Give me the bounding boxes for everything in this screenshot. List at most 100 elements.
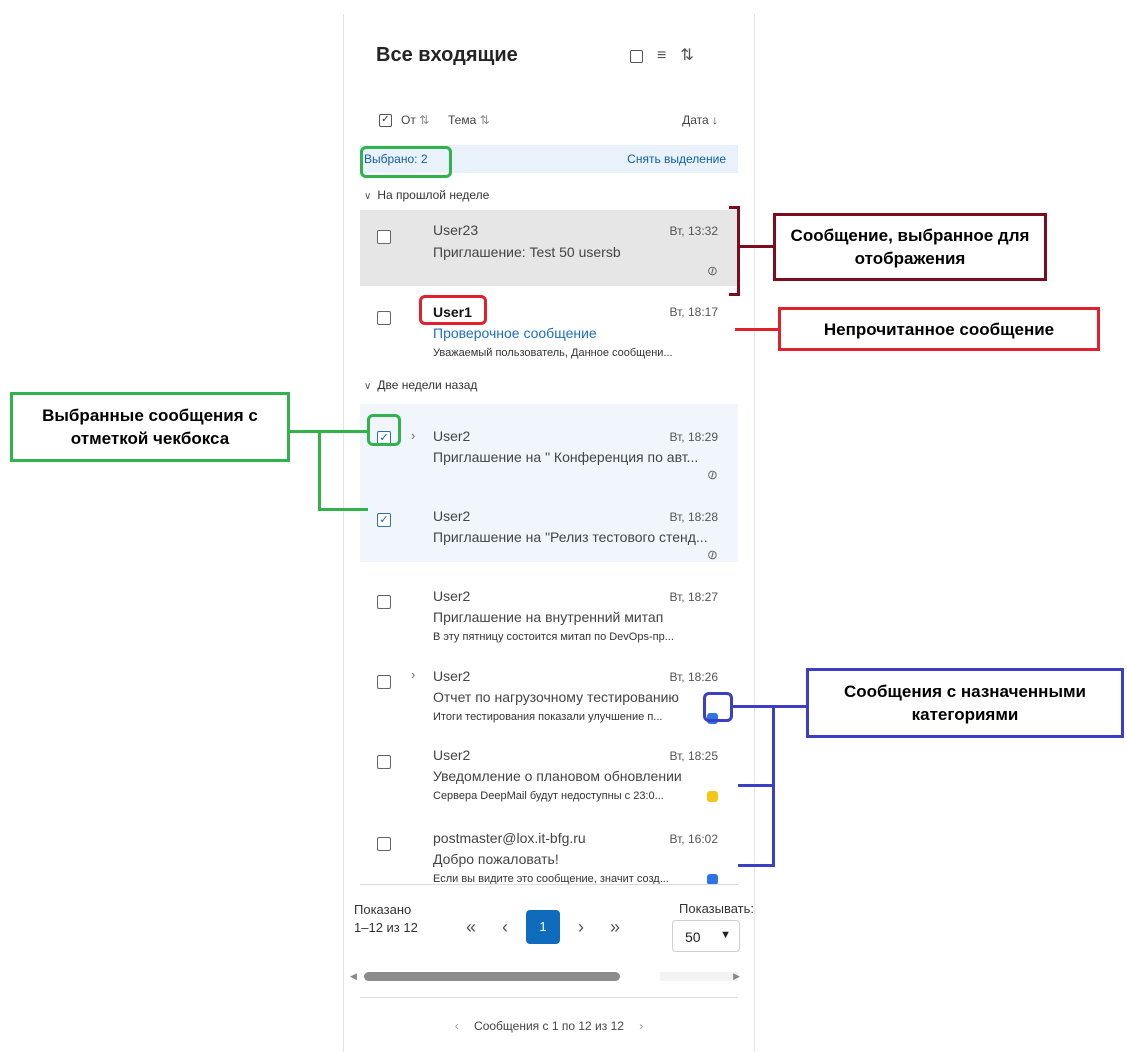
scrollbar-thumb[interactable] [364, 972, 620, 981]
message-sender: User2 [433, 668, 471, 684]
annotation-categories: Сообщения с назначенными категориями [806, 668, 1124, 738]
chevron-right-icon[interactable]: › [411, 667, 415, 682]
prev-page-button[interactable]: ‹ [488, 917, 522, 938]
message-time: Вт, 13:32 [669, 224, 718, 238]
bracket-line [318, 430, 321, 510]
column-from[interactable]: От ⇅ [401, 113, 429, 127]
clear-selection-link[interactable]: Снять выделение [627, 152, 726, 166]
footer-next-button[interactable]: › [639, 1019, 643, 1033]
message-subject: Приглашение на "Релиз тестового стенд... [433, 529, 708, 545]
message-sender: User23 [433, 222, 479, 238]
message-row[interactable]: ✓ User2 Вт, 18:28 Приглашение на "Релиз … [360, 484, 738, 564]
list-toolbar: ≡ ⇅ [630, 48, 694, 64]
footer-prev-button[interactable]: ‹ [455, 1019, 459, 1033]
message-subject: Приглашение на " Конференция по авт... [433, 449, 699, 465]
page-size-select[interactable]: 50 ▼ [672, 920, 740, 952]
row-checkbox[interactable]: ✓ [377, 513, 391, 527]
row-checkbox[interactable] [377, 837, 391, 851]
message-row[interactable]: User2 Вт, 18:25 Уведомление о плановом о… [360, 722, 738, 802]
square-icon[interactable] [630, 49, 643, 63]
message-sender: User2 [433, 588, 471, 604]
sort-arrows-icon: ⇅ [479, 113, 490, 127]
attachment-icon: ⊘ [703, 465, 721, 484]
column-subject[interactable]: Тема ⇅ [448, 113, 490, 127]
message-time: Вт, 18:17 [669, 305, 718, 319]
unread-sender-highlight [419, 295, 487, 325]
annotation-checked-messages: Выбранные сообщения с отметкой чекбокса [10, 392, 290, 462]
message-time: Вт, 18:29 [669, 430, 718, 444]
row-checkbox[interactable] [377, 595, 391, 609]
sort-arrows-icon: ⇅ [419, 113, 430, 127]
message-time: Вт, 18:25 [669, 749, 718, 763]
scroll-right-icon[interactable]: ▶ [733, 971, 740, 982]
scroll-left-icon[interactable]: ◀ [350, 971, 357, 982]
message-subject: Отчет по нагрузочному тестированию [433, 689, 679, 705]
page-size-label: Показывать: [679, 901, 754, 916]
bracket-line [737, 206, 740, 296]
arrow-down-icon: ↓ [712, 113, 718, 127]
bracket-line [729, 293, 739, 296]
message-time: Вт, 16:02 [669, 832, 718, 846]
horizontal-scrollbar[interactable]: ◀ ▶ [344, 969, 754, 985]
sort-icon[interactable]: ⇅ [680, 48, 693, 64]
message-subject: Приглашение на внутренний митап [433, 609, 664, 625]
scrollbar-track [660, 972, 738, 981]
bracket-line [318, 508, 368, 511]
first-page-button[interactable]: « [454, 917, 488, 938]
page-title: Все входящие [376, 44, 518, 66]
select-all-checkbox[interactable]: ✓ [379, 114, 392, 127]
message-row[interactable]: postmaster@lox.it-bfg.ru Вт, 16:02 Добро… [360, 800, 738, 885]
row-checkbox[interactable] [377, 675, 391, 689]
page-1-button[interactable]: 1 [526, 910, 560, 944]
chevron-down-icon: ∨ [364, 191, 372, 202]
pagination: « ‹ 1 › » [454, 910, 632, 944]
row-checkbox[interactable] [377, 755, 391, 769]
footer-pagination: ‹ Сообщения с 1 по 12 из 12 › [344, 1019, 754, 1033]
message-subject: Приглашение: Test 50 usersb [433, 244, 621, 260]
message-subject: Добро пожаловать! [433, 851, 559, 867]
next-page-button[interactable]: › [564, 917, 598, 938]
message-sender: User2 [433, 508, 471, 524]
message-time: Вт, 18:27 [669, 590, 718, 604]
connector-line [738, 864, 773, 867]
message-preview: Уважаемый пользователь, Данное сообщени.… [433, 347, 673, 359]
bracket-line [772, 705, 775, 867]
selected-count-highlight [360, 146, 452, 178]
annotation-unread-message: Непрочитанное сообщение [778, 307, 1100, 351]
message-row[interactable]: ✓ › User2 Вт, 18:29 Приглашение на " Кон… [360, 404, 738, 484]
bracket-line [318, 430, 368, 433]
connector-line [735, 328, 780, 331]
row-checkbox[interactable] [377, 230, 391, 244]
connector-line [772, 705, 806, 708]
connector-line [739, 245, 773, 248]
group-header-two-weeks[interactable]: ∨ Две недели назад [360, 378, 477, 392]
message-sender: User2 [433, 428, 471, 444]
message-row[interactable]: › User2 Вт, 18:26 Отчет по нагрузочному … [360, 642, 738, 724]
chevron-down-icon: ∨ [364, 381, 372, 392]
pager-range: Показано 1–12 из 12 [354, 902, 418, 935]
chevron-down-icon: ▼ [720, 929, 731, 941]
message-row[interactable]: User1 Вт, 18:17 Проверочное сообщение Ув… [360, 290, 738, 364]
divider [360, 997, 738, 998]
attachment-icon: ⊘ [703, 261, 721, 280]
category-highlight [703, 692, 733, 722]
connector-line [733, 705, 773, 708]
message-row[interactable]: User2 Вт, 18:27 Приглашение на внутренни… [360, 562, 738, 643]
last-page-button[interactable]: » [598, 917, 632, 938]
message-sender: User2 [433, 747, 471, 763]
message-subject: Проверочное сообщение [433, 325, 597, 341]
row-checkbox[interactable] [377, 311, 391, 325]
message-time: Вт, 18:26 [669, 670, 718, 684]
connector-line [290, 430, 320, 433]
checkbox-highlight [367, 414, 401, 446]
footer-text: Сообщения с 1 по 12 из 12 [474, 1019, 624, 1033]
divider [360, 884, 738, 885]
message-subject: Уведомление о плановом обновлении [433, 768, 682, 784]
column-date[interactable]: Дата ↓ [682, 113, 718, 127]
message-row[interactable]: User23 Вт, 13:32 Приглашение: Test 50 us… [360, 210, 738, 286]
annotation-viewed-message: Сообщение, выбранное для отображения [773, 213, 1047, 281]
connector-line [738, 784, 773, 787]
group-header-last-week[interactable]: ∨ На прошлой неделе [360, 188, 489, 202]
chevron-right-icon[interactable]: › [411, 428, 415, 443]
filter-icon[interactable]: ≡ [657, 48, 666, 64]
